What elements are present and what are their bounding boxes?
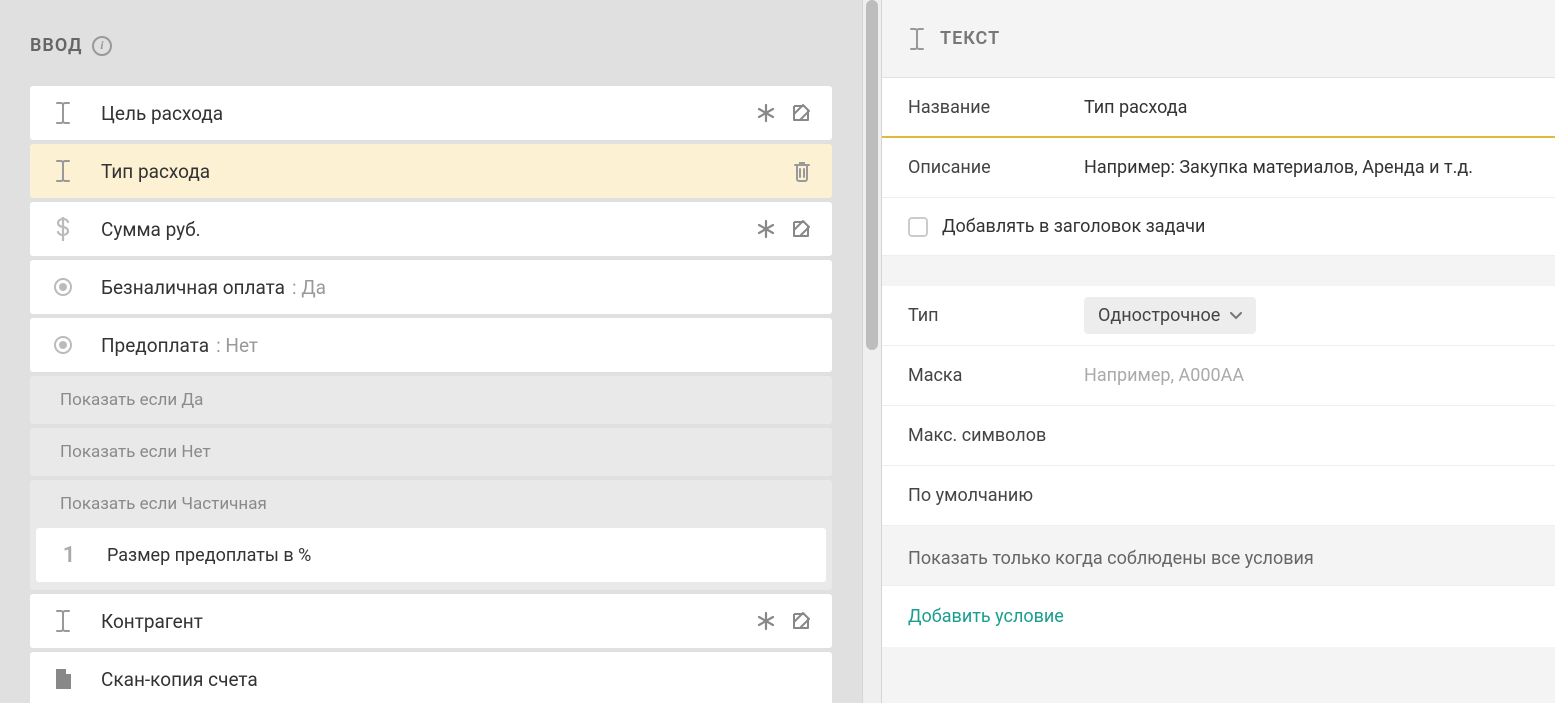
left-panel: ВВОД i Цель расхода Тип расхода [0, 0, 862, 703]
money-icon [50, 217, 76, 241]
required-icon [756, 611, 776, 631]
field-value: : Да [292, 276, 326, 299]
prop-row-description[interactable]: Описание Например: Закупка материалов, А… [882, 138, 1555, 198]
prop-label: Описание [908, 157, 1084, 178]
prop-label: Тип [908, 305, 1084, 326]
prop-row-maxlen[interactable]: Макс. символов [882, 406, 1555, 466]
prop-label: Маска [908, 365, 1084, 386]
conditional-block-partial[interactable]: Показать если Частичная 1 Размер предопл… [30, 480, 832, 590]
text-cursor-icon [50, 102, 76, 124]
prop-label: Макс. символов [908, 425, 1046, 446]
description-input[interactable]: Например: Закупка материалов, Аренда и т… [1084, 157, 1529, 178]
edit-icon[interactable] [790, 218, 812, 240]
checkbox[interactable] [908, 217, 928, 237]
add-condition-button[interactable]: Добавить условие [882, 585, 1555, 647]
conditional-label: Показать если Частичная [30, 480, 832, 528]
field-row-counterparty[interactable]: Контрагент [30, 594, 832, 648]
select-value: Однострочное [1098, 305, 1220, 326]
prop-label: Название [908, 97, 1084, 118]
field-label: Безналичная оплата [101, 276, 285, 299]
field-label: Скан-копия счета [101, 668, 258, 691]
text-cursor-icon [50, 610, 76, 632]
nested-field-prepay-percent[interactable]: 1 Размер предоплаты в % [36, 528, 826, 582]
conditional-block-yes[interactable]: Показать если Да [30, 376, 832, 424]
field-row-scan[interactable]: Скан-копия счета [30, 652, 832, 706]
scrollbar[interactable] [862, 0, 882, 703]
prop-row-type: Тип Однострочное [882, 286, 1555, 346]
conditions-header: Показать только когда соблюдены все усло… [882, 526, 1555, 585]
field-row-cashless[interactable]: Безналичная оплата : Да [30, 260, 832, 314]
field-row-purpose[interactable]: Цель расхода [30, 86, 832, 140]
field-row-prepay[interactable]: Предоплата : Нет [30, 318, 832, 372]
left-panel-header: ВВОД i [30, 35, 832, 56]
field-label: Сумма руб. [101, 218, 201, 241]
radio-icon [50, 277, 76, 297]
prop-row-checkbox[interactable]: Добавлять в заголовок задачи [882, 198, 1555, 256]
left-panel-title: ВВОД [30, 35, 82, 56]
type-select[interactable]: Однострочное [1084, 297, 1256, 334]
conditional-label: Показать если Да [30, 376, 832, 424]
conditional-label: Показать если Нет [30, 428, 832, 476]
field-label: Контрагент [101, 610, 203, 633]
field-list: Цель расхода Тип расхода Сумма руб. [30, 86, 832, 686]
required-icon [756, 103, 776, 123]
prop-row-default[interactable]: По умолчанию [882, 466, 1555, 526]
chevron-down-icon [1230, 312, 1242, 320]
scrollbar-thumb[interactable] [866, 0, 878, 350]
trash-icon[interactable] [792, 160, 812, 182]
conditional-block-no[interactable]: Показать если Нет [30, 428, 832, 476]
prop-row-mask[interactable]: Маска Например, А000АА [882, 346, 1555, 406]
prop-row-name[interactable]: Название Тип расхода [882, 78, 1555, 138]
file-icon [50, 668, 76, 690]
field-label: Тип расхода [101, 160, 210, 183]
field-row-amount[interactable]: Сумма руб. [30, 202, 832, 256]
radio-icon [50, 335, 76, 355]
field-row-expense-type[interactable]: Тип расхода [30, 144, 832, 198]
checkbox-label: Добавлять в заголовок задачи [942, 216, 1205, 237]
field-value: : Нет [216, 334, 258, 357]
field-label: Предоплата [101, 334, 209, 357]
right-panel: ТЕКСТ Название Тип расхода Описание Напр… [882, 0, 1555, 703]
number-icon: 1 [56, 543, 82, 568]
right-panel-header: ТЕКСТ [882, 0, 1555, 78]
right-panel-title: ТЕКСТ [940, 28, 1000, 49]
mask-input[interactable]: Например, А000АА [1084, 365, 1529, 386]
info-icon[interactable]: i [92, 36, 112, 56]
text-cursor-icon [908, 28, 926, 50]
edit-icon[interactable] [790, 102, 812, 124]
prop-label: По умолчанию [908, 485, 1084, 506]
text-cursor-icon [50, 160, 76, 182]
section-gap [882, 256, 1555, 286]
name-input[interactable]: Тип расхода [1084, 97, 1529, 118]
field-label: Размер предоплаты в % [107, 545, 311, 566]
edit-icon[interactable] [790, 610, 812, 632]
required-icon [756, 219, 776, 239]
field-label: Цель расхода [101, 102, 223, 125]
